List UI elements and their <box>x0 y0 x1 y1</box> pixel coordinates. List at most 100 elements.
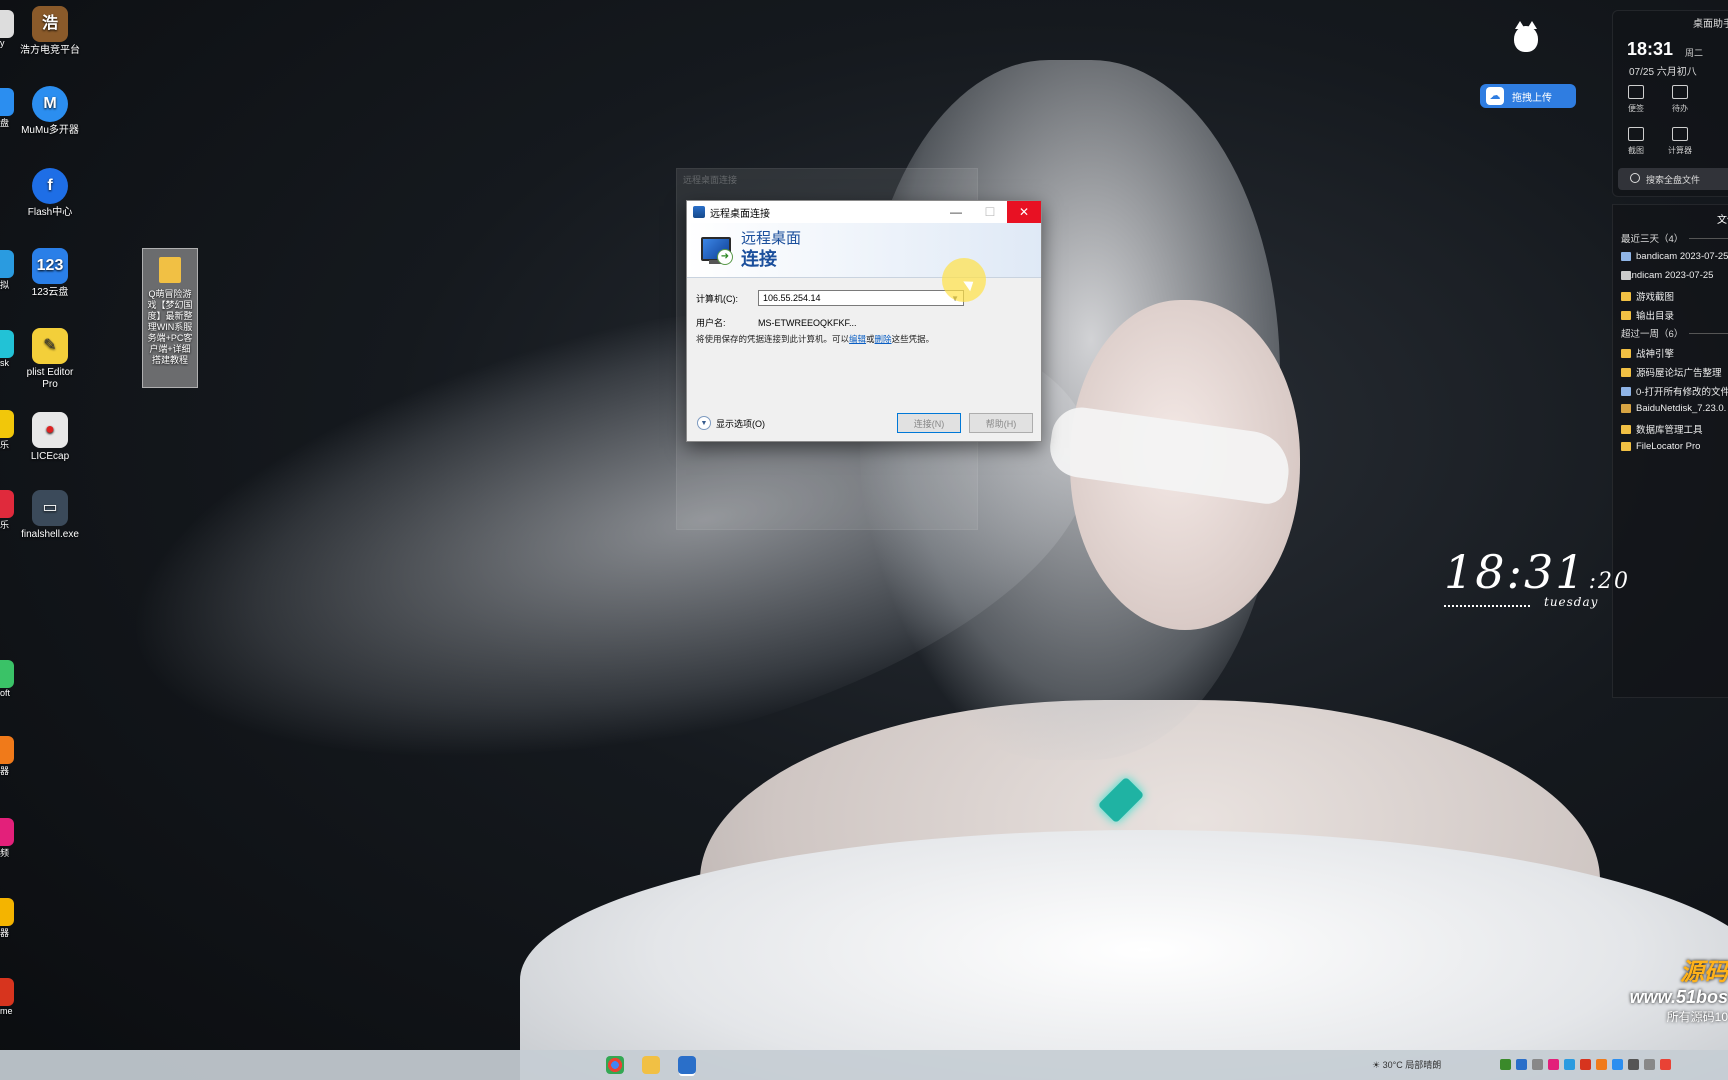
tray-app-icon[interactable] <box>1500 1059 1511 1070</box>
folder-icon <box>1621 442 1631 451</box>
edge-icon[interactable]: 器 <box>0 736 16 777</box>
computer-input[interactable]: 106.55.254.14 ▼ <box>758 290 964 306</box>
desktop-icon-label: LICEcap <box>30 451 70 462</box>
help-button[interactable]: 帮助(H) <box>969 413 1033 433</box>
edge-icon[interactable]: y <box>0 10 16 48</box>
app-icon <box>0 736 14 764</box>
clock-seconds: :20 <box>1588 569 1630 594</box>
volume-icon[interactable] <box>1644 1059 1655 1070</box>
edge-icon[interactable]: 拟 <box>0 250 16 291</box>
flash-icon: f <box>32 168 68 204</box>
file-item[interactable]: 数据库管理工具 <box>1621 422 1728 436</box>
desktop-icon-haofang[interactable]: 浩 浩方电竞平台 <box>20 6 80 57</box>
file-item[interactable]: BaiduNetdisk_7.23.0. <box>1621 403 1728 414</box>
tray-app-icon[interactable] <box>1660 1059 1671 1070</box>
app-icon <box>0 818 14 846</box>
drag-upload-button[interactable]: ☁ 拖拽上传 <box>1480 84 1576 108</box>
tool-calculator[interactable]: 计算器 <box>1665 127 1695 156</box>
edge-icon[interactable]: me <box>0 978 16 1016</box>
file-item[interactable]: 输出目录 <box>1621 308 1728 322</box>
file-explorer-icon[interactable] <box>642 1056 660 1074</box>
desktop-icon-label: finalshell.exe <box>21 529 79 540</box>
cloud-icon: ☁ <box>1486 87 1504 105</box>
maximize-button[interactable]: ☐ <box>973 201 1007 223</box>
tool-screenshot[interactable]: 截图 <box>1621 127 1651 156</box>
tool-todo[interactable]: 待办 <box>1665 85 1695 114</box>
remote-desktop-dialog: 远程桌面连接 — ☐ ✕ ➜ 远程桌面 连接 计算机(C): 106.55.25… <box>686 200 1042 442</box>
tray-app-icon[interactable] <box>1580 1059 1591 1070</box>
screenshot-icon <box>1628 127 1644 141</box>
monitor-icon: ➜ <box>699 235 733 265</box>
file-item[interactable]: FileLocator Pro <box>1621 441 1728 452</box>
image-file-icon <box>1621 386 1631 396</box>
expand-icon: ▼ <box>697 416 711 430</box>
desktop-icon-mumu[interactable]: M MuMu多开器 <box>20 86 80 137</box>
app-icon <box>0 10 14 38</box>
group-older: 超过一周（6） <box>1621 326 1728 340</box>
app-icon <box>0 490 14 518</box>
edge-icon[interactable]: 乐 <box>0 410 16 451</box>
files-title: 文件 <box>1717 215 1728 226</box>
ghost-dialog-title: 远程桌面连接 <box>683 175 738 185</box>
chrome-icon[interactable] <box>606 1056 624 1074</box>
clock-weekday: tuesday <box>1544 595 1599 609</box>
tray-app-icon[interactable] <box>1612 1059 1623 1070</box>
file-item[interactable]: 源码屋论坛广告整理 <box>1621 365 1728 379</box>
plist-editor-icon: ✎ <box>32 328 68 364</box>
desktop-icon-label: MuMu多开器 <box>21 125 79 136</box>
desktop-icon-123pan[interactable]: 123 123云盘 <box>20 248 80 299</box>
image-file-icon <box>1621 252 1631 261</box>
tool-file-icon <box>1621 271 1631 280</box>
file-item[interactable]: 游戏截图 <box>1621 289 1728 303</box>
weather-icon: ☀ <box>1372 1060 1381 1070</box>
folder-icon <box>1621 291 1631 301</box>
edit-credentials-link[interactable]: 编辑 <box>849 334 866 344</box>
remote-desktop-icon <box>693 206 705 218</box>
finalshell-icon: ▭ <box>32 490 68 526</box>
desktop-icon-finalshell[interactable]: ▭ finalshell.exe <box>20 490 80 541</box>
weather-tray[interactable]: ☀ 30°C 局部晴朗 <box>1372 1058 1441 1071</box>
file-item[interactable]: 战神引擎 <box>1621 346 1728 360</box>
desktop-icon-label: plist Editor Pro <box>26 367 74 390</box>
app-icon <box>0 660 14 688</box>
archive-icon <box>1621 404 1631 413</box>
tray-app-icon[interactable] <box>1596 1059 1607 1070</box>
edge-icon[interactable]: 乐 <box>0 490 16 531</box>
edge-icon[interactable]: 器 <box>0 898 16 939</box>
edge-icon[interactable]: oft <box>0 660 16 698</box>
edge-icon[interactable]: sk <box>0 330 16 368</box>
tray-app-icon[interactable] <box>1532 1059 1543 1070</box>
desktop-icon-flash[interactable]: f Flash中心 <box>20 168 80 219</box>
tray-app-icon[interactable] <box>1564 1059 1575 1070</box>
tool-notes[interactable]: 便签 <box>1621 85 1651 114</box>
dialog-titlebar[interactable]: 远程桌面连接 — ☐ ✕ <box>687 201 1041 223</box>
selected-folder[interactable]: Q萌冒险游戏【梦幻国度】最新整理WIN系服务端+PC客户端+详细搭建教程 <box>142 248 198 388</box>
todo-icon <box>1672 85 1688 99</box>
minimize-button[interactable]: — <box>939 201 973 223</box>
tray-app-icon[interactable] <box>1548 1059 1559 1070</box>
remote-desktop-icon[interactable] <box>678 1056 696 1074</box>
delete-credentials-link[interactable]: 删除 <box>875 334 892 344</box>
dialog-title: 远程桌面连接 <box>710 208 770 220</box>
file-search-input[interactable]: 搜索全盘文件 <box>1618 168 1728 190</box>
file-item[interactable]: bandicam 2023-07-25 <box>1621 251 1728 262</box>
connect-button[interactable]: 连接(N) <box>897 413 961 433</box>
desktop-icon-plist-editor[interactable]: ✎ plist Editor Pro <box>20 328 80 391</box>
app-icon <box>0 410 14 438</box>
app-icon <box>0 978 14 1006</box>
edge-icon[interactable]: 盘 <box>0 88 16 129</box>
assistant-date: 07/25 六月初八 <box>1629 67 1697 78</box>
cat-icon[interactable] <box>1514 21 1538 52</box>
tray-app-icon[interactable] <box>1516 1059 1527 1070</box>
desktop-icon-label: 浩方电竞平台 <box>20 45 80 56</box>
desktop-icon-licecap[interactable]: ● LICEcap <box>20 412 80 463</box>
show-options-toggle[interactable]: ▼ 显示选项(O) <box>697 416 897 430</box>
tray-app-icon[interactable] <box>1628 1059 1639 1070</box>
folder-icon <box>1621 310 1631 320</box>
computer-label: 计算机(C): <box>696 293 738 304</box>
folder-icon <box>1621 424 1631 434</box>
file-item[interactable]: 0-打开所有修改的文件 <box>1621 384 1728 398</box>
close-button[interactable]: ✕ <box>1007 201 1041 223</box>
edge-icon[interactable]: 频 <box>0 818 16 859</box>
file-item[interactable]: bandicam 2023-07-25 <box>1621 270 1728 281</box>
